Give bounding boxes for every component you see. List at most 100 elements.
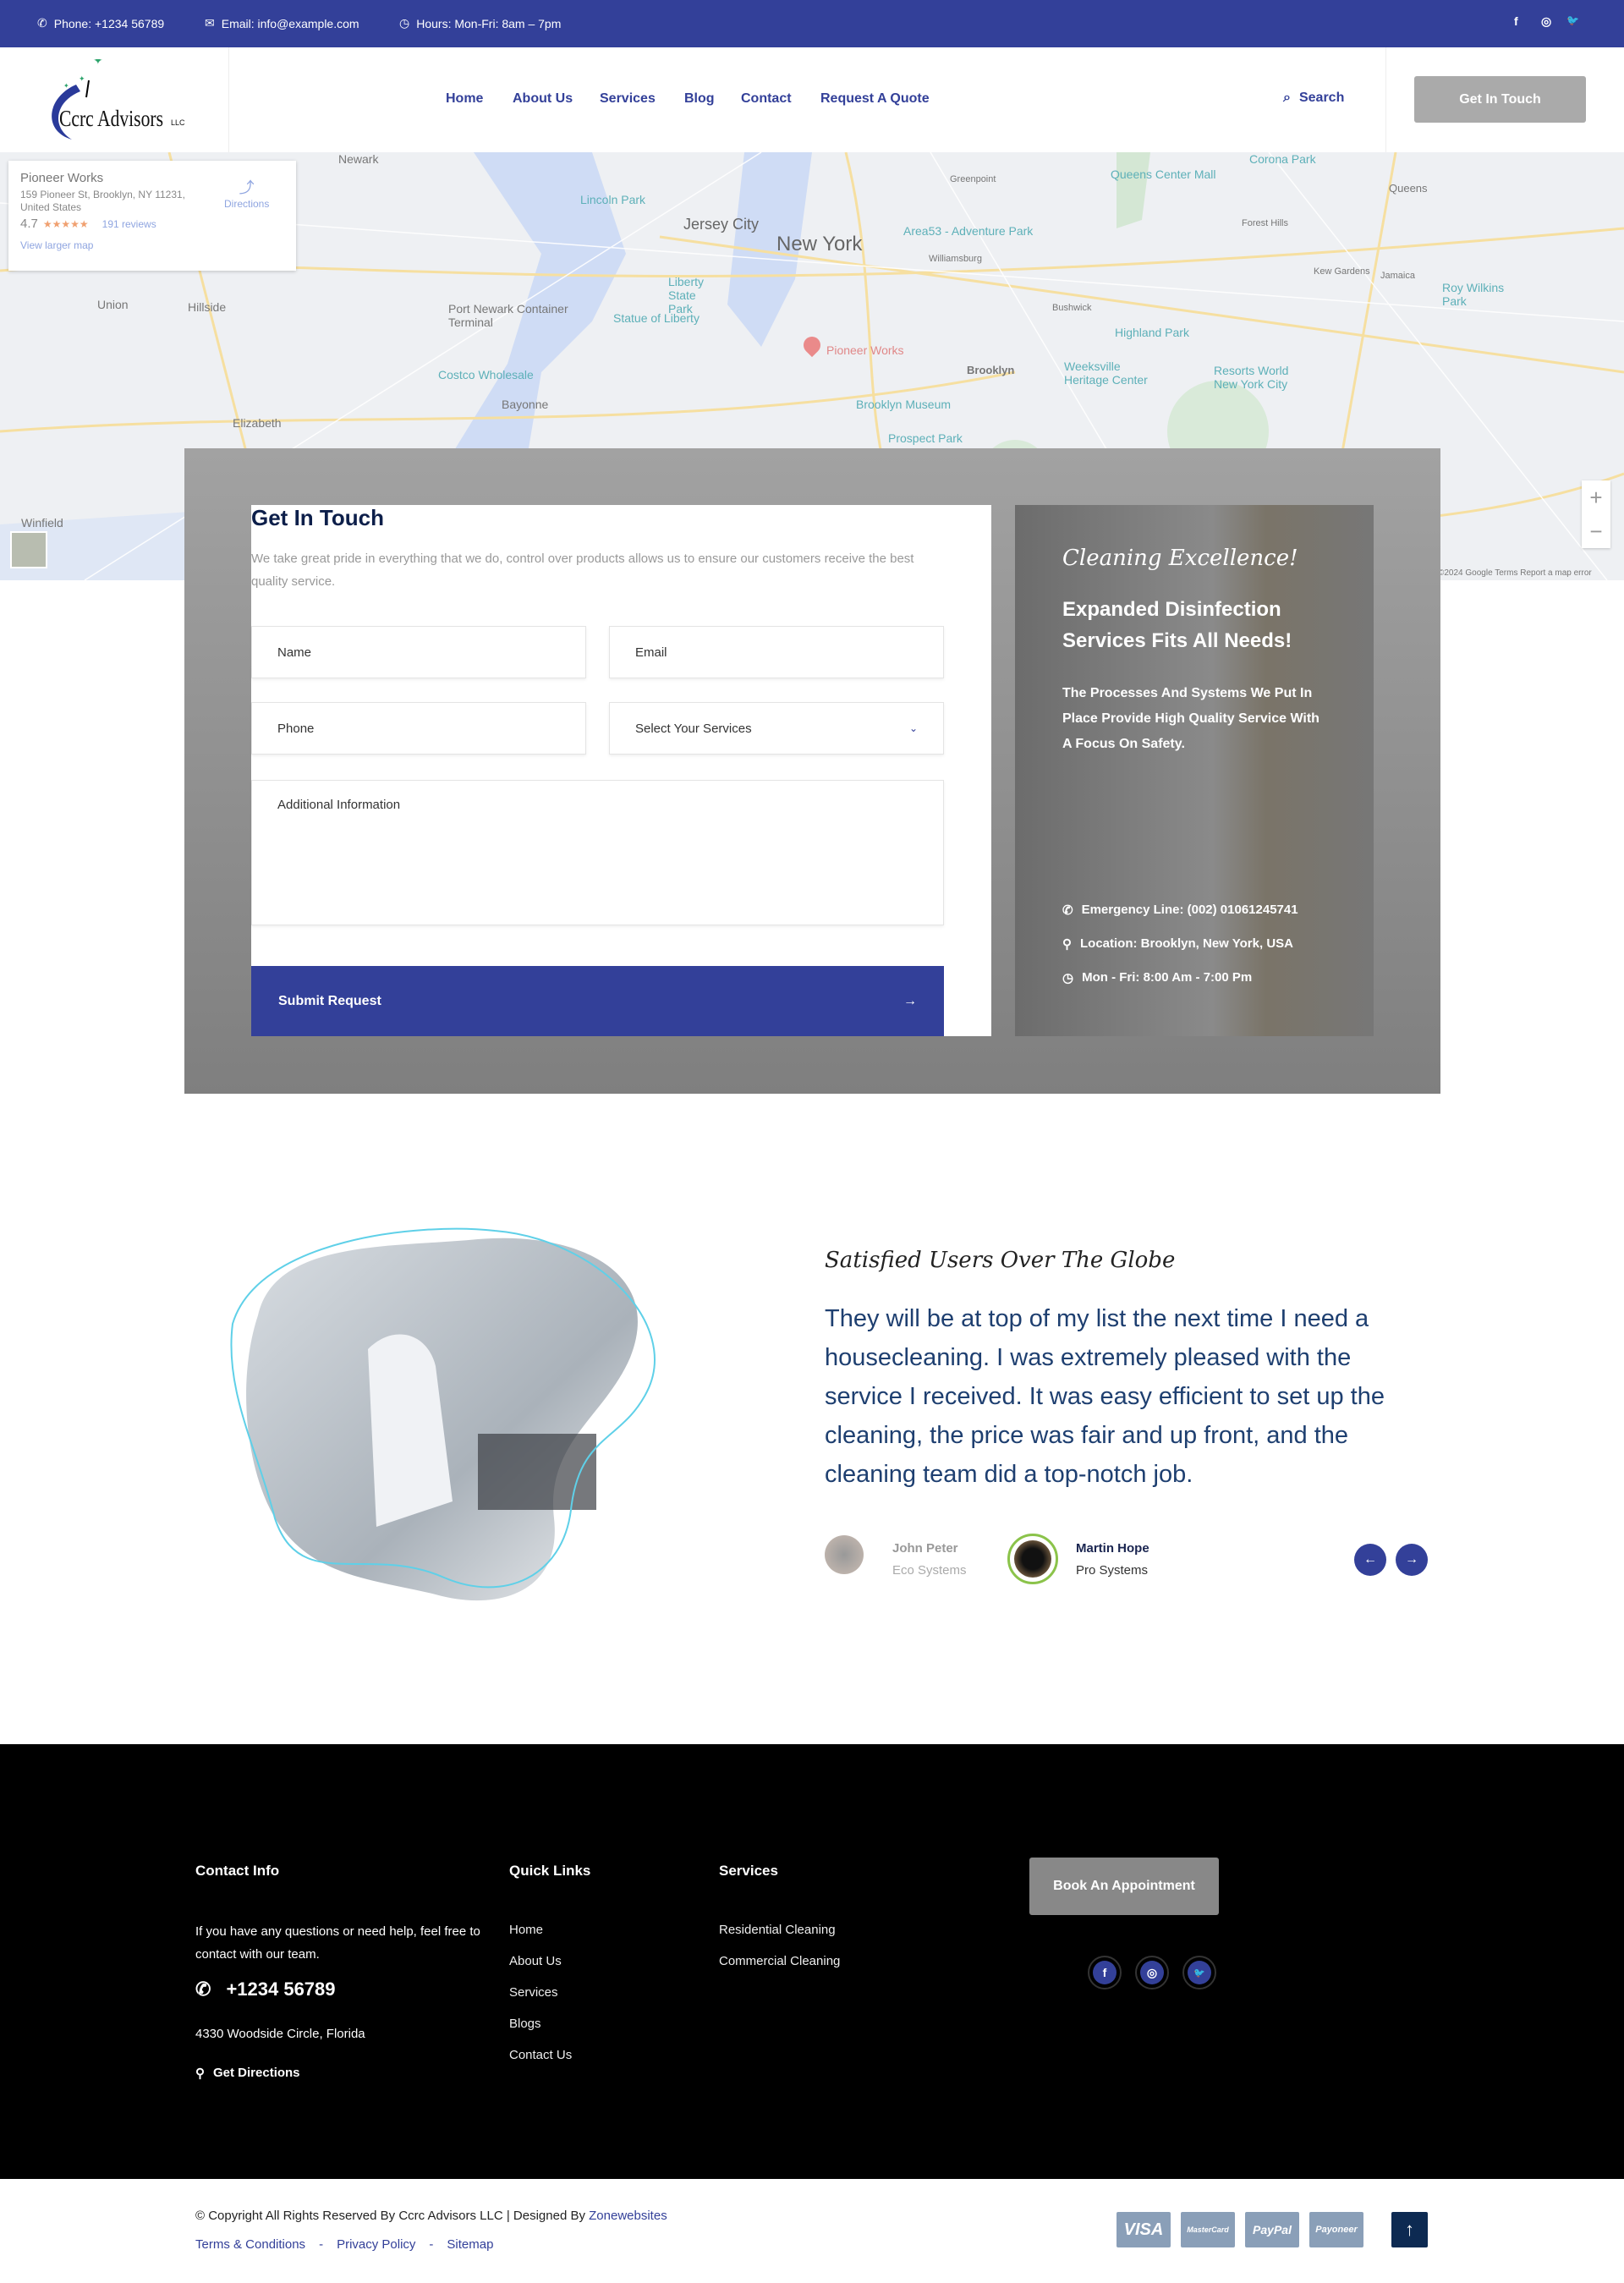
nav-about[interactable]: About Us	[513, 91, 573, 107]
prev-arrow-button[interactable]: ←	[1354, 1544, 1386, 1576]
footer-link-contact[interactable]: Contact Us	[509, 2048, 572, 2062]
map-label: Statue of Liberty	[613, 311, 700, 325]
zoom-in-icon[interactable]: +	[1582, 480, 1610, 514]
rating-stars: ★★★★★	[42, 217, 89, 230]
map-label: Resorts World New York City	[1214, 364, 1289, 391]
reviews-link[interactable]: 191 reviews	[102, 218, 156, 230]
chevron-down-icon: ⌄	[908, 722, 918, 734]
nav-home[interactable]: Home	[446, 91, 483, 107]
footer-facebook-button[interactable]: f	[1088, 1956, 1122, 1989]
topbar-email[interactable]: ✉ Email: info@example.com	[205, 16, 359, 30]
get-directions-link[interactable]: ⚲ Get Directions	[195, 2066, 300, 2081]
map-label: Queens Center Mall	[1111, 167, 1216, 181]
get-directions-text: Get Directions	[213, 2066, 300, 2080]
map-pin-label: Pioneer Works	[826, 343, 904, 357]
email-input[interactable]: Email	[609, 626, 944, 678]
footer-quick-title: Quick Links	[509, 1863, 591, 1879]
twitter-icon[interactable]: 🐦	[1566, 14, 1579, 26]
sitemap-link[interactable]: Sitemap	[447, 2237, 493, 2252]
book-appointment-button[interactable]: Book An Appointment	[1029, 1858, 1219, 1915]
place-rating: 4.7	[20, 217, 38, 231]
designer-link[interactable]: Zonewebsites	[589, 2209, 667, 2223]
footer-link-blogs[interactable]: Blogs	[509, 2017, 541, 2031]
directions-button[interactable]: ⤴ Directions	[224, 176, 269, 210]
phone-input[interactable]: Phone	[251, 702, 586, 755]
separator: -	[429, 2237, 434, 2252]
avatar[interactable]	[825, 1535, 864, 1574]
services-select[interactable]: Select Your Services ⌄	[609, 702, 944, 755]
footer-services-title: Services	[719, 1863, 778, 1879]
map-label: Corona Park	[1249, 152, 1316, 166]
mastercard-icon: MasterCard	[1181, 2212, 1235, 2247]
map-attribution[interactable]: ©2024 Google Terms Report a map error	[1438, 568, 1592, 578]
logo-text: Ccrc Advisors	[59, 106, 163, 131]
location-pin-icon: ⚲	[1062, 937, 1072, 952]
avatar-active[interactable]	[1007, 1534, 1058, 1584]
map-label: Forest Hills	[1242, 218, 1289, 228]
copyright-text: © Copyright All Rights Reserved By Ccrc …	[195, 2209, 590, 2223]
map-label: Brooklyn Museum	[856, 398, 952, 411]
back-to-top-button[interactable]: ↑	[1391, 2212, 1428, 2247]
map-label: Winfield	[21, 516, 63, 530]
footer-link-services[interactable]: Services	[509, 1985, 558, 2000]
clock-icon: ◷	[399, 16, 410, 30]
instagram-icon: ◎	[1140, 1961, 1164, 1984]
map-zoom-controls[interactable]: + −	[1582, 480, 1610, 548]
get-in-touch-button[interactable]: Get In Touch	[1414, 76, 1586, 123]
logo-suffix: LLC	[171, 118, 185, 127]
nav-quote[interactable]: Request A Quote	[820, 91, 930, 107]
location-line: ⚲ Location: Brooklyn, New York, USA	[1062, 936, 1293, 952]
topbar-phone-text: Phone: +1234 56789	[53, 16, 165, 30]
additional-info-textarea[interactable]: Additional Information	[251, 780, 944, 925]
terms-link[interactable]: Terms & Conditions	[195, 2237, 305, 2252]
hours-line: ◷ Mon - Fri: 8:00 Am - 7:00 Pm	[1062, 970, 1252, 985]
author-name: Martin Hope	[1076, 1541, 1149, 1556]
map-label: Bayonne	[502, 398, 549, 411]
services-select-value: Select Your Services	[635, 721, 752, 736]
separator: -	[319, 2237, 324, 2252]
footer-link-home[interactable]: Home	[509, 1923, 543, 1937]
footer-instagram-button[interactable]: ◎	[1135, 1956, 1169, 1989]
top-bar: ✆ Phone: +1234 56789 ✉ Email: info@example…	[0, 0, 1624, 47]
logo[interactable]: ✦ ✦ ✦ Ccrc Advisors LLC	[38, 53, 190, 144]
svg-text:✦: ✦	[93, 59, 103, 67]
footer-phone[interactable]: ✆ +1234 56789	[195, 1978, 336, 2000]
map-info-card: Pioneer Works 159 Pioneer St, Brooklyn, …	[8, 161, 296, 271]
zoom-out-icon[interactable]: −	[1582, 514, 1610, 548]
map-label: New York	[776, 233, 863, 255]
map-label: Roy Wilkins Park	[1442, 281, 1505, 308]
author-name: John Peter	[892, 1541, 958, 1556]
map-satellite-toggle[interactable]	[10, 531, 47, 568]
privacy-link[interactable]: Privacy Policy	[337, 2237, 415, 2252]
next-arrow-button[interactable]: →	[1396, 1544, 1428, 1576]
legal-links: Terms & Conditions - Privacy Policy - Site…	[195, 2237, 493, 2252]
facebook-icon[interactable]: f	[1514, 14, 1518, 28]
phone-icon: ✆	[195, 1978, 211, 2000]
nav-contact[interactable]: Contact	[741, 91, 792, 107]
footer-link-about[interactable]: About Us	[509, 1954, 562, 1968]
instagram-icon[interactable]: ◎	[1541, 14, 1551, 29]
search-label: Search	[1298, 91, 1345, 105]
footer-address: 4330 Woodside Circle, Florida	[195, 2027, 365, 2041]
nav-blog[interactable]: Blog	[684, 91, 715, 107]
author-company: Eco Systems	[892, 1563, 967, 1578]
footer-service-commercial[interactable]: Commercial Cleaning	[719, 1954, 840, 1968]
view-larger-map-link[interactable]: View larger map	[20, 239, 284, 251]
topbar-hours: ◷ Hours: Mon-Fri: 8am – 7pm	[399, 16, 561, 30]
phone-icon: ✆	[37, 16, 47, 30]
search-button[interactable]: ⌕ Search	[1283, 91, 1344, 106]
facebook-icon: f	[1093, 1961, 1116, 1984]
map-label: Williamsburg	[929, 254, 982, 264]
submit-request-button[interactable]: Submit Request →	[251, 966, 944, 1036]
footer-twitter-button[interactable]: 🐦	[1182, 1956, 1216, 1989]
name-input[interactable]: Name	[251, 626, 586, 678]
testimonial-quote: They will be at top of my list the next …	[825, 1305, 1385, 1488]
nav-services[interactable]: Services	[600, 91, 656, 107]
topbar-phone: ✆ Phone: +1234 56789	[37, 16, 164, 30]
map-label: Costco Wholesale	[438, 368, 534, 381]
panel-script-title: Cleaning Excellence!	[1062, 546, 1298, 571]
footer-service-residential[interactable]: Residential Cleaning	[719, 1923, 836, 1937]
map-label: Hillside	[188, 300, 227, 314]
twitter-icon: 🐦	[1188, 1961, 1211, 1984]
testimonial-script-title: Satisfied Users Over The Globe	[825, 1248, 1176, 1273]
